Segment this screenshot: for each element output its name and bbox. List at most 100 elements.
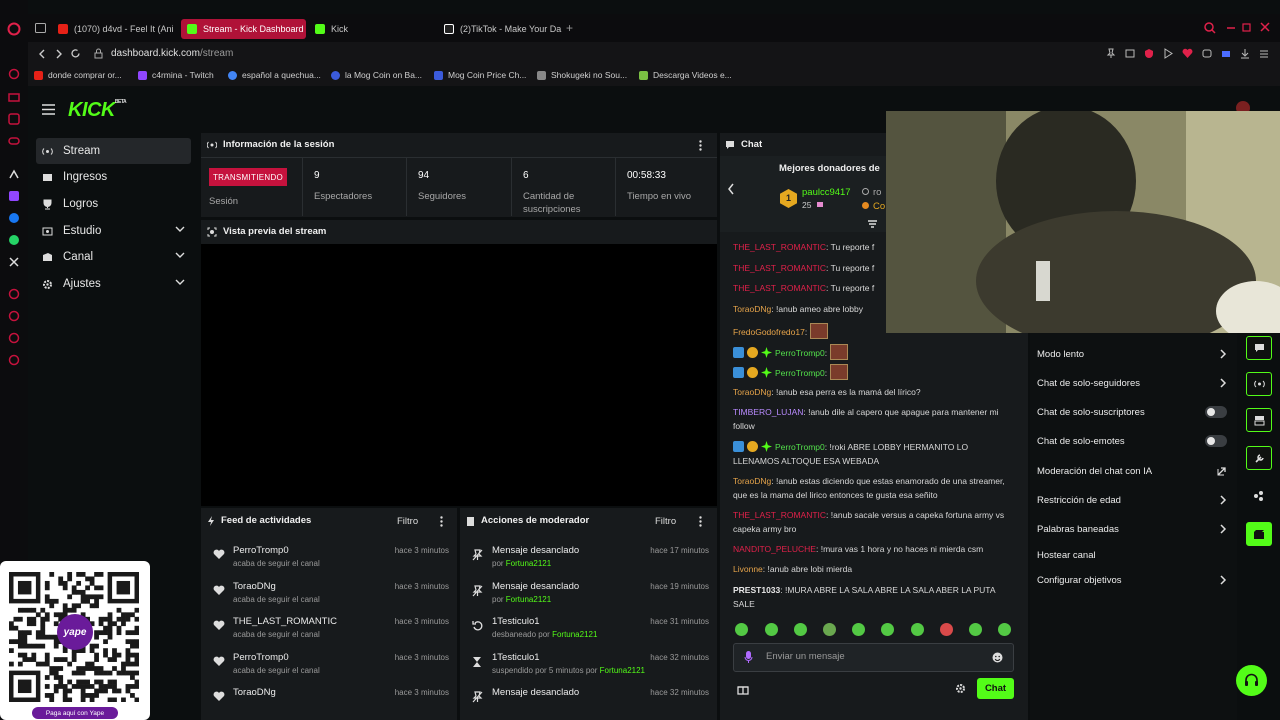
chat-username[interactable]: PerroTromp0: [775, 348, 825, 358]
bookmark-item[interactable]: Shokugeki no Sou...: [537, 70, 627, 80]
moderator-name[interactable]: Fortuna2121: [506, 595, 551, 604]
extensions-icon[interactable]: [6, 330, 21, 345]
chat-setting-moderaci-n-del-chat-con-ia[interactable]: Moderación del chat con IA: [1037, 460, 1227, 482]
chat-username[interactable]: NANDITO_PELUCHE: [733, 544, 816, 554]
settings-rail-icon[interactable]: [6, 352, 21, 367]
emote-quick-icon[interactable]: [735, 623, 748, 636]
chat-username[interactable]: Livonne: [733, 564, 763, 574]
chat-setting-palabras-baneadas[interactable]: Palabras baneadas: [1037, 518, 1227, 540]
emote-quick-icon[interactable]: [911, 623, 924, 636]
forward-icon[interactable]: [55, 49, 63, 59]
microphone-icon[interactable]: [744, 650, 753, 664]
sidebar-item-ingresos[interactable]: Ingresos: [36, 164, 191, 190]
hamburger-menu-icon[interactable]: [42, 104, 55, 115]
chevron-left-icon[interactable]: [727, 183, 735, 195]
chat-username[interactable]: THE_LAST_ROMANTIC: [733, 263, 826, 273]
chat-setting-restricci-n-de-edad[interactable]: Restricción de edad: [1037, 489, 1227, 511]
chat-setting-configurar-objetivos[interactable]: Configurar objetivos: [1037, 569, 1227, 591]
bookmark-item[interactable]: donde comprar or...: [34, 70, 122, 80]
send-chat-button[interactable]: Chat: [977, 678, 1014, 699]
url-field[interactable]: dashboard.kick.com/stream: [111, 48, 233, 59]
moderator-name[interactable]: Fortuna2121: [506, 559, 551, 568]
play-icon[interactable]: [1163, 48, 1173, 59]
history-icon[interactable]: [6, 286, 21, 301]
toggle-switch[interactable]: [1205, 406, 1227, 418]
pin-icon[interactable]: [1106, 48, 1116, 59]
sidebar-item-stream[interactable]: Stream: [36, 138, 191, 164]
feed-filter-button[interactable]: Filtro: [397, 516, 418, 527]
tab-kick-dashboard[interactable]: Stream - Kick Dashboard: [181, 19, 306, 39]
more-options-icon[interactable]: [699, 140, 702, 151]
emoji-icon[interactable]: [992, 652, 1003, 663]
donor-name[interactable]: paulcc9417: [802, 187, 851, 198]
twitch-icon[interactable]: [6, 188, 21, 203]
search-tabs-icon[interactable]: [1204, 22, 1216, 34]
games-icon[interactable]: [6, 133, 21, 148]
chat-username[interactable]: THE_LAST_ROMANTIC: [733, 510, 826, 520]
sidebar-item-ajustes[interactable]: Ajustes: [36, 271, 191, 297]
tab-youtube[interactable]: (1070) d4vd - Feel It (Anim: [52, 19, 174, 39]
chat-username[interactable]: ToraoDNg: [733, 476, 771, 486]
minimize-icon[interactable]: [1226, 22, 1236, 32]
chat-username[interactable]: TIMBERO_LUJAN: [733, 407, 803, 417]
opera-logo-icon[interactable]: [6, 21, 21, 36]
moderator-name[interactable]: Fortuna2121: [552, 630, 597, 639]
snapshot-icon[interactable]: [1125, 48, 1135, 59]
menu-icon[interactable]: [1259, 48, 1269, 59]
lock-icon[interactable]: [94, 48, 103, 59]
tab-tiktok[interactable]: (2)TikTok - Make Your Da: [438, 19, 563, 39]
chat-username[interactable]: THE_LAST_ROMANTIC: [733, 242, 826, 252]
emote-quick-icon[interactable]: [794, 623, 807, 636]
download-icon[interactable]: [1240, 48, 1250, 59]
clip-tool-button[interactable]: [1246, 522, 1272, 546]
chat-setting-chat-de-solo-seguidores[interactable]: Chat de solo-seguidores: [1037, 372, 1227, 394]
emote-quick-icon[interactable]: [765, 623, 778, 636]
back-icon[interactable]: [38, 49, 46, 59]
broadcast-tool-button[interactable]: [1246, 372, 1272, 396]
chat-input[interactable]: Enviar un mensaje: [766, 651, 845, 662]
chat-settings-gear-icon[interactable]: [955, 683, 966, 694]
bookmark-item[interactable]: español a quechua...: [228, 70, 321, 80]
chat-setting-modo-lento[interactable]: Modo lento: [1037, 343, 1227, 365]
toggle-switch[interactable]: [1205, 435, 1227, 447]
layout-tool-button[interactable]: [1246, 408, 1272, 432]
restore-icon[interactable]: [1242, 22, 1252, 32]
emote-quick-icon[interactable]: [852, 623, 865, 636]
follower-name[interactable]: ToraoDNg: [233, 581, 276, 592]
mod-tools-button[interactable]: [1246, 446, 1272, 470]
puzzle-icon[interactable]: [1221, 48, 1231, 59]
chat-setting-chat-de-solo-suscriptores[interactable]: Chat de solo-suscriptores: [1037, 401, 1227, 423]
bookmark-item[interactable]: Mog Coin Price Ch...: [434, 70, 526, 80]
bookmark-item[interactable]: la Mog Coin on Ba...: [331, 70, 422, 80]
sidebar-item-canal[interactable]: Canal: [36, 244, 191, 270]
follower-name[interactable]: PerroTromp0: [233, 545, 289, 556]
whatsapp-icon[interactable]: [6, 232, 21, 247]
emote-quick-icon[interactable]: [823, 623, 836, 636]
chat-username[interactable]: PerroTromp0: [775, 368, 825, 378]
chat-username[interactable]: PerroTromp0: [775, 442, 825, 452]
tab-menu-icon[interactable]: [35, 23, 46, 33]
chat-username[interactable]: THE_LAST_ROMANTIC: [733, 283, 826, 293]
support-button[interactable]: [1236, 665, 1267, 696]
chat-setting-hostear-canal[interactable]: Hostear canal: [1037, 544, 1227, 566]
wallet-icon[interactable]: [6, 89, 21, 104]
new-tab-icon[interactable]: +: [566, 22, 573, 34]
close-window-icon[interactable]: [1260, 22, 1270, 32]
more-options-icon[interactable]: [699, 516, 702, 527]
x-icon[interactable]: [6, 254, 21, 269]
emote-quick-icon[interactable]: [881, 623, 894, 636]
clock-icon[interactable]: [6, 308, 21, 323]
news-icon[interactable]: [6, 111, 21, 126]
follower-name[interactable]: THE_LAST_ROMANTIC: [233, 616, 337, 627]
sidebar-item-estudio[interactable]: Estudio: [36, 218, 191, 244]
chat-tool-button[interactable]: [1246, 336, 1272, 360]
kick-logo[interactable]: KICKBETA: [68, 99, 127, 122]
chat-username[interactable]: ToraoDNg: [733, 304, 771, 314]
bookmark-item[interactable]: c4rmina - Twitch: [138, 70, 214, 80]
heart-icon[interactable]: [1182, 48, 1193, 59]
bookmark-item[interactable]: Descarga Videos e...: [639, 70, 732, 80]
emote-quick-icon[interactable]: [998, 623, 1011, 636]
emote-quick-icon[interactable]: [940, 623, 953, 636]
mod-filter-button[interactable]: Filtro: [655, 516, 676, 527]
moderator-name[interactable]: Fortuna2121: [600, 666, 645, 675]
